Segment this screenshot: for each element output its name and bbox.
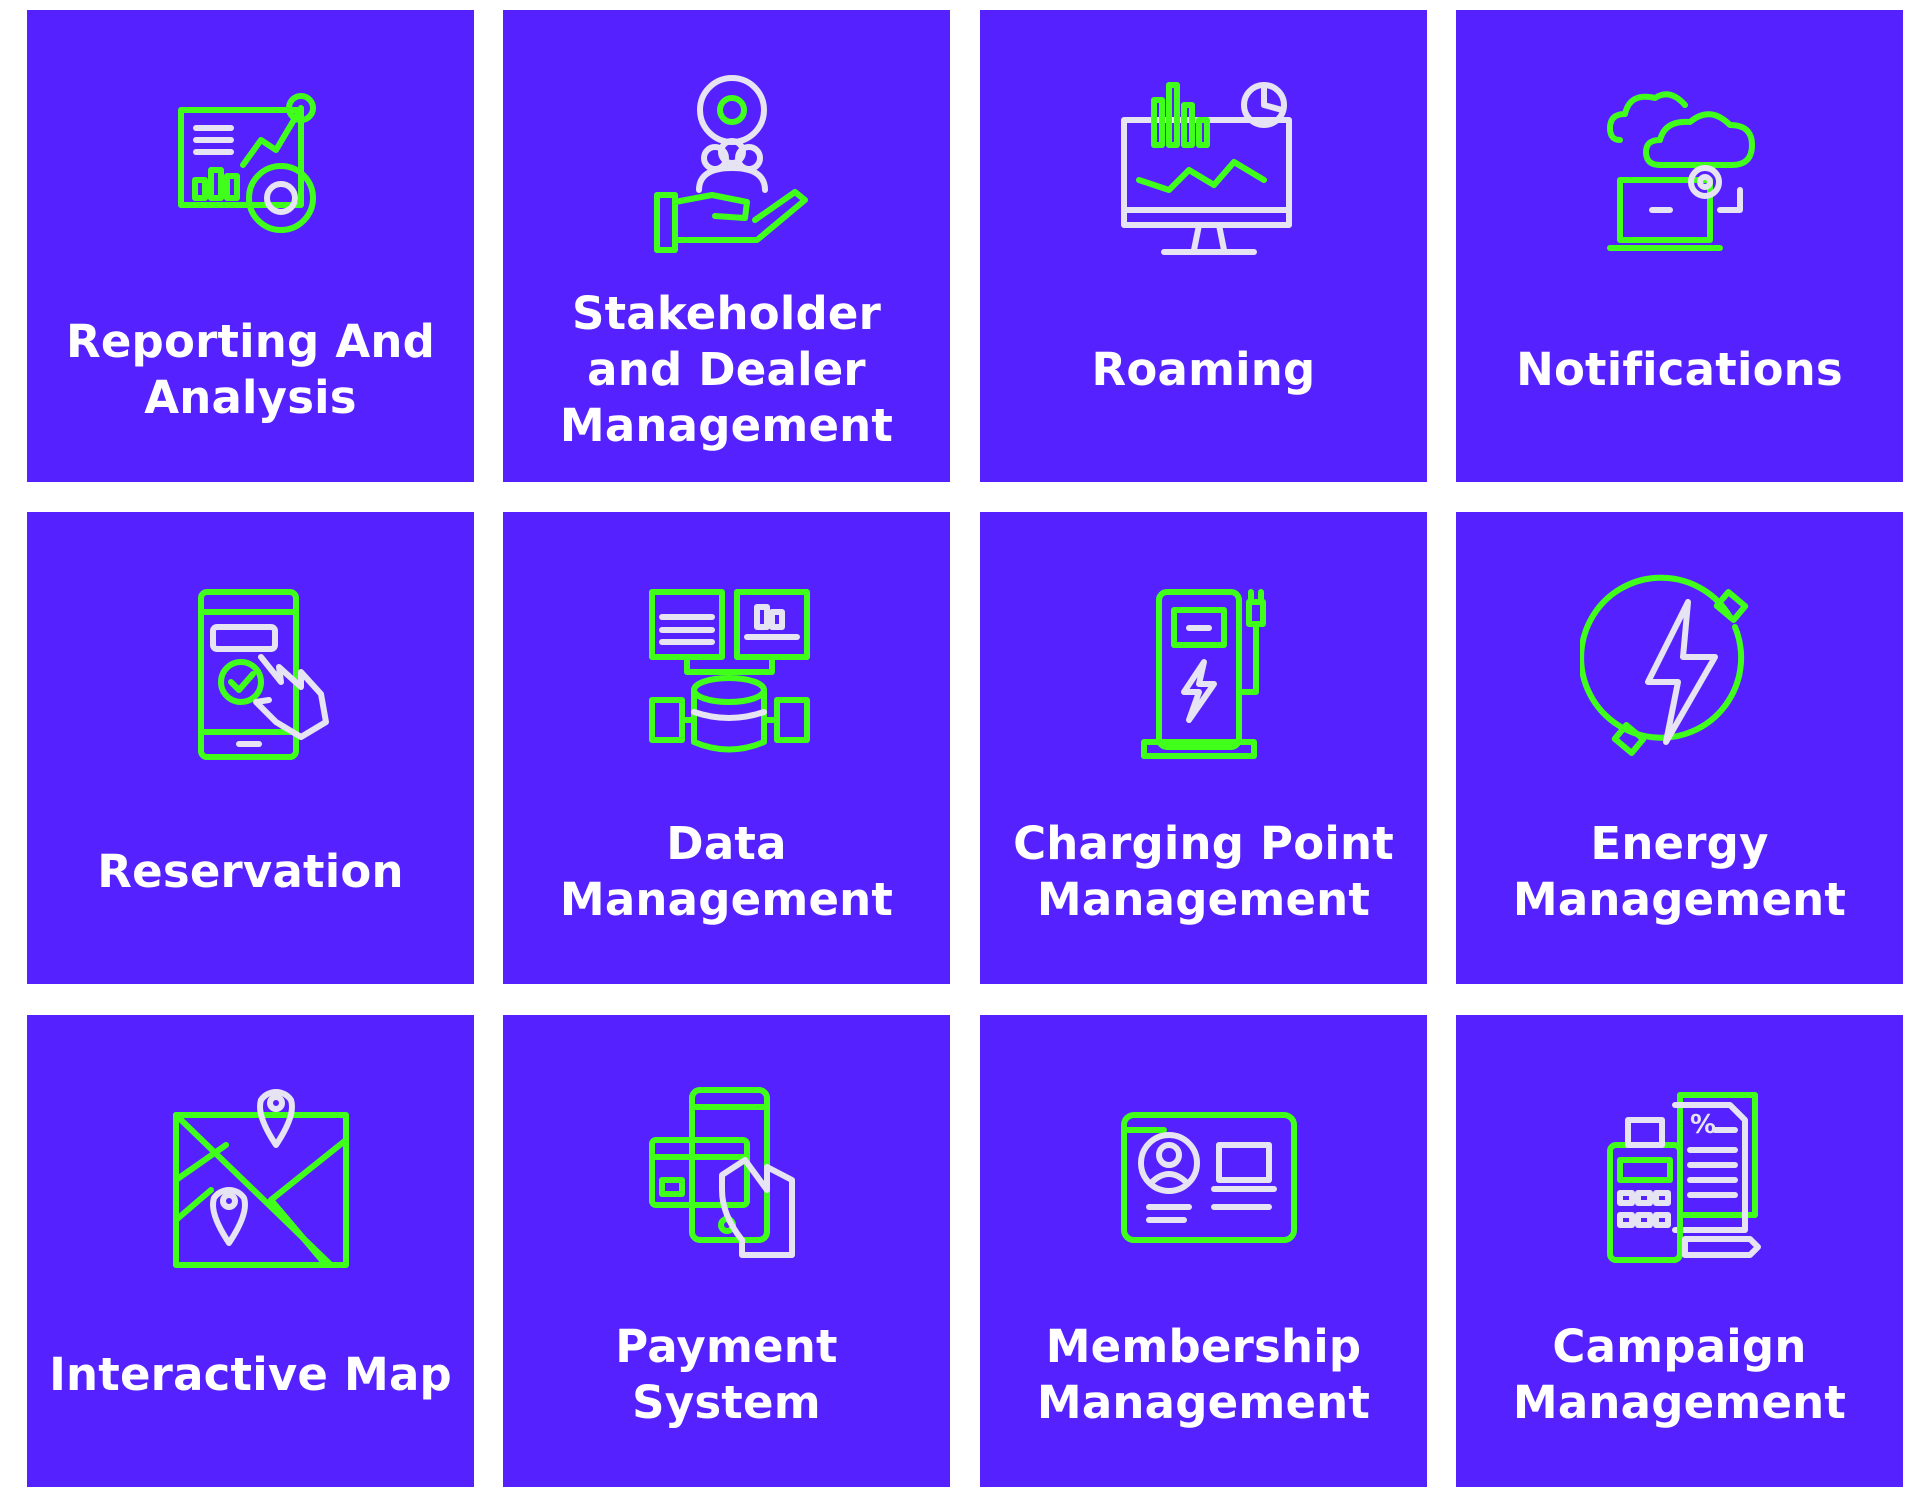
- charging-station-icon: [1104, 572, 1304, 772]
- feature-tile-map[interactable]: Interactive Map: [27, 1015, 474, 1487]
- feature-label: Membership Management: [1036, 1320, 1371, 1429]
- feature-label: Energy Management: [1512, 817, 1847, 926]
- analytics-report-icon: [151, 70, 351, 270]
- feature-tile-energy[interactable]: Energy Management: [1456, 512, 1903, 984]
- feature-label: Campaign Management: [1512, 1320, 1847, 1429]
- membership-card-icon: [1104, 1075, 1304, 1275]
- feature-tile-charging[interactable]: Charging Point Management: [980, 512, 1427, 984]
- phone-card-payment-icon: [627, 1075, 827, 1275]
- feature-label: Roaming: [1091, 343, 1316, 396]
- feature-label: Reporting And Analysis: [65, 315, 436, 424]
- feature-label: Reservation: [97, 845, 404, 898]
- feature-grid: Reporting And Analysis Stakeholder and D…: [0, 0, 1910, 1487]
- stakeholder-hand-icon: [627, 70, 827, 270]
- feature-tile-reservation[interactable]: Reservation: [27, 512, 474, 984]
- feature-label: Interactive Map: [49, 1348, 452, 1401]
- feature-tile-payment[interactable]: Payment System: [503, 1015, 950, 1487]
- feature-tile-data[interactable]: Data Management: [503, 512, 950, 984]
- phone-tap-check-icon: [151, 572, 351, 772]
- svg-text:%: %: [1690, 1110, 1716, 1140]
- feature-label: Charging Point Management: [1013, 817, 1394, 926]
- monitor-chart-icon: [1104, 70, 1304, 270]
- feature-label: Data Management: [559, 817, 894, 926]
- map-pins-icon: [151, 1075, 351, 1275]
- feature-label: Notifications: [1516, 343, 1843, 396]
- feature-tile-stakeholder[interactable]: Stakeholder and Dealer Management: [503, 10, 950, 482]
- feature-tile-reporting[interactable]: Reporting And Analysis: [27, 10, 474, 482]
- feature-tile-notifications[interactable]: Notifications: [1456, 10, 1903, 482]
- feature-tile-membership[interactable]: Membership Management: [980, 1015, 1427, 1487]
- feature-label: Stakeholder and Dealer Management: [559, 287, 894, 452]
- database-network-icon: [627, 572, 827, 772]
- pos-terminal-invoice-icon: %: [1580, 1075, 1780, 1275]
- energy-plug-cycle-icon: [1579, 572, 1780, 772]
- feature-tile-roaming[interactable]: Roaming: [980, 10, 1427, 482]
- cloud-laptop-gear-icon: [1580, 70, 1780, 270]
- feature-label: Payment System: [615, 1320, 838, 1429]
- feature-tile-campaign[interactable]: % Campaign Management: [1456, 1015, 1903, 1487]
